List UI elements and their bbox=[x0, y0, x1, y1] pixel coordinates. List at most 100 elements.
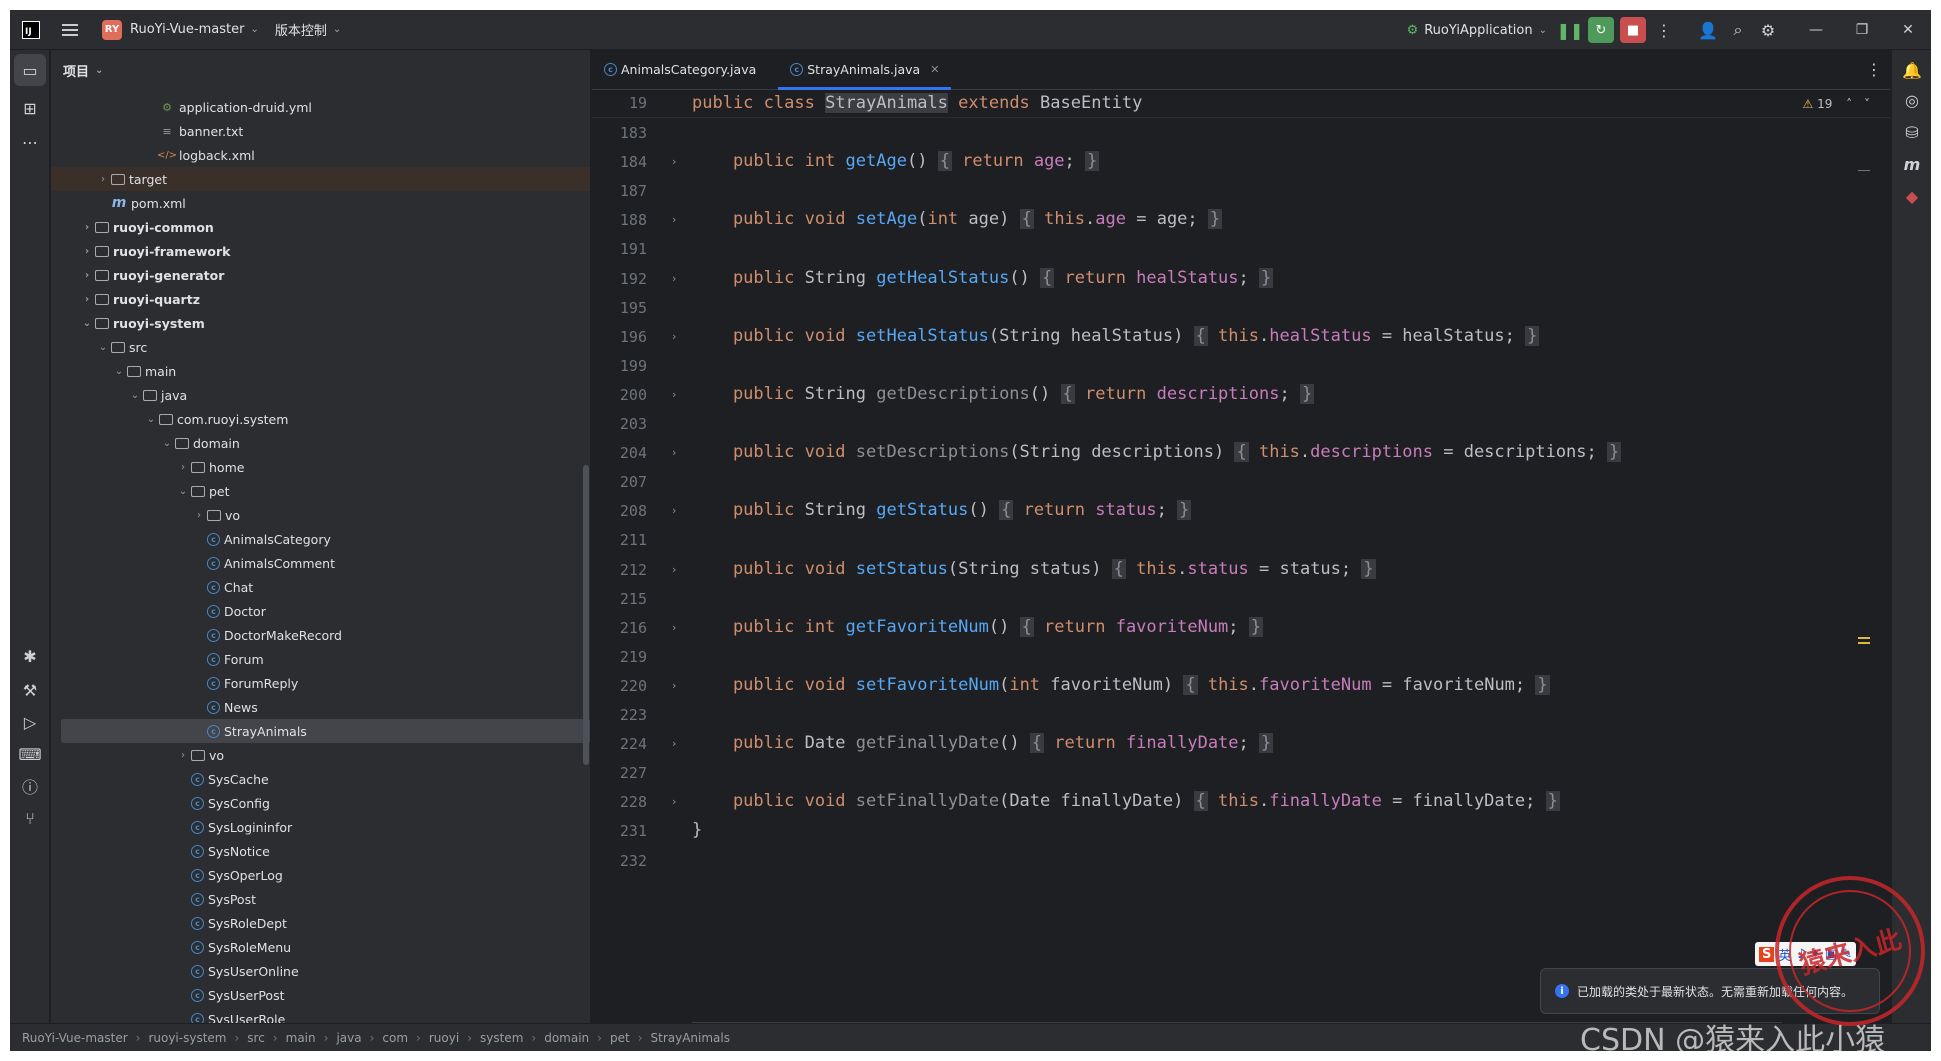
breadcrumb-item[interactable]: java bbox=[336, 1031, 361, 1045]
breadcrumb-item[interactable]: src bbox=[247, 1031, 265, 1045]
fold-chevron-icon[interactable]: › bbox=[672, 563, 676, 576]
tree-item[interactable]: › target bbox=[51, 167, 590, 191]
tree-item[interactable]: c News bbox=[51, 695, 590, 719]
chevron-right-icon[interactable]: › bbox=[191, 510, 207, 521]
tree-item[interactable]: c SysConfig bbox=[51, 791, 590, 815]
search-icon[interactable]: ⌕ bbox=[1723, 15, 1753, 45]
tree-item[interactable]: c SysPost bbox=[51, 887, 590, 911]
ai-assistant-icon[interactable]: ◎ bbox=[1896, 84, 1928, 116]
breadcrumb-item[interactable]: system bbox=[480, 1031, 523, 1045]
git-branch-icon[interactable]: ⑂ bbox=[14, 802, 46, 834]
breadcrumb-item[interactable]: StrayAnimals bbox=[651, 1031, 731, 1045]
fold-chevron-icon[interactable]: › bbox=[672, 737, 676, 750]
stop-button[interactable]: ■ bbox=[1620, 17, 1646, 43]
tree-item[interactable]: › ruoyi-generator bbox=[51, 263, 590, 287]
problems-icon[interactable]: ⓘ bbox=[14, 770, 46, 802]
code-line[interactable]: public String getStatus() { return statu… bbox=[692, 500, 1192, 521]
plugin-bird-icon[interactable]: ◆ bbox=[1896, 180, 1928, 212]
build-hammer-icon[interactable]: ⚒ bbox=[14, 674, 46, 706]
code-line[interactable]: public int getFavoriteNum() { return fav… bbox=[692, 616, 1264, 637]
tree-item[interactable]: c StrayAnimals bbox=[61, 719, 590, 743]
fold-chevron-icon[interactable]: › bbox=[672, 446, 676, 459]
tab-animals-category[interactable]: c AnimalsCategory.java bbox=[592, 50, 768, 90]
code-line[interactable]: public String getHealStatus() { return h… bbox=[692, 267, 1274, 288]
fold-chevron-icon[interactable]: › bbox=[672, 155, 676, 168]
chevron-right-icon[interactable]: › bbox=[79, 270, 95, 281]
tree-item[interactable]: ⚙ application-druid.yml bbox=[51, 95, 590, 119]
chevron-down-icon[interactable]: ⌄ bbox=[127, 390, 143, 401]
tree-item[interactable]: c Forum bbox=[51, 647, 590, 671]
maven-icon[interactable]: m bbox=[1896, 148, 1928, 180]
tree-item[interactable]: ⌄ ruoyi-system bbox=[51, 311, 590, 335]
tree-item[interactable]: ⌄ com.ruoyi.system bbox=[51, 407, 590, 431]
tree-item[interactable]: ⌄ pet bbox=[51, 479, 590, 503]
maximize-button[interactable]: ❐ bbox=[1839, 10, 1885, 50]
fold-chevron-icon[interactable]: › bbox=[672, 213, 676, 226]
chevron-down-icon[interactable]: ⌄ bbox=[111, 366, 127, 377]
terminal-icon[interactable]: ⌨ bbox=[14, 738, 46, 770]
chevron-down-icon[interactable]: ⌄ bbox=[159, 438, 175, 449]
debug-bug-icon[interactable]: ✱ bbox=[14, 640, 46, 672]
tree-item[interactable]: ≡ banner.txt bbox=[51, 119, 590, 143]
fold-chevron-icon[interactable]: › bbox=[672, 388, 676, 401]
settings-gear-icon[interactable]: ⚙ bbox=[1753, 15, 1783, 45]
chevron-right-icon[interactable]: › bbox=[95, 174, 111, 185]
fold-chevron-icon[interactable]: › bbox=[672, 795, 676, 808]
chevron-down-icon[interactable]: ⌄ bbox=[79, 318, 95, 329]
tree-item[interactable]: c SysOperLog bbox=[51, 863, 590, 887]
tree-item[interactable]: c DoctorMakeRecord bbox=[51, 623, 590, 647]
fold-chevron-icon[interactable]: › bbox=[672, 504, 676, 517]
tree-item[interactable]: c SysCache bbox=[51, 767, 590, 791]
inspection-widget[interactable]: ⚠ 19 ˄ ˅ bbox=[1802, 97, 1870, 111]
close-tab-icon[interactable]: ✕ bbox=[930, 63, 939, 76]
tab-stray-animals[interactable]: c StrayAnimals.java ✕ bbox=[778, 50, 952, 90]
more-actions-icon[interactable]: ⋮ bbox=[1649, 15, 1679, 45]
tree-item[interactable]: c Chat bbox=[51, 575, 590, 599]
tree-item[interactable]: ⌄ domain bbox=[51, 431, 590, 455]
tree-item[interactable]: c AnimalsComment bbox=[51, 551, 590, 575]
chevron-right-icon[interactable]: › bbox=[79, 246, 95, 257]
tree-item[interactable]: c SysRoleDept bbox=[51, 911, 590, 935]
tree-item[interactable]: › vo bbox=[51, 503, 590, 527]
code-line[interactable]: public String getDescriptions() { return… bbox=[692, 383, 1315, 404]
code-line[interactable]: public int getAge() { return age; } bbox=[692, 151, 1100, 172]
pause-icon[interactable]: ❚❚ bbox=[1555, 15, 1585, 45]
fold-chevron-icon[interactable]: › bbox=[672, 621, 676, 634]
tree-item[interactable]: › home bbox=[51, 455, 590, 479]
run-services-icon[interactable]: ▷ bbox=[14, 706, 46, 738]
chevron-down-icon[interactable]: ˅ bbox=[1864, 97, 1870, 111]
tree-item[interactable]: c SysLogininfor bbox=[51, 815, 590, 839]
breadcrumb-item[interactable]: domain bbox=[544, 1031, 589, 1045]
fold-chevron-icon[interactable]: › bbox=[672, 330, 676, 343]
chevron-right-icon[interactable]: › bbox=[79, 222, 95, 233]
tree-item[interactable]: ⌄ main bbox=[51, 359, 590, 383]
project-panel-header[interactable]: 项目 ⌄ bbox=[51, 50, 590, 90]
code-line[interactable]: public Date getFinallyDate() { return fi… bbox=[692, 733, 1274, 754]
code-line[interactable]: public void setFinallyDate(Date finallyD… bbox=[692, 791, 1560, 812]
structure-icon[interactable]: ⊞ bbox=[14, 92, 46, 124]
tree-item[interactable]: m pom.xml bbox=[51, 191, 590, 215]
close-window-button[interactable]: ✕ bbox=[1885, 10, 1931, 50]
tree-item[interactable]: › ruoyi-quartz bbox=[51, 287, 590, 311]
tree-item[interactable]: › ruoyi-common bbox=[51, 215, 590, 239]
project-scrollbar[interactable] bbox=[583, 465, 589, 765]
tree-item[interactable]: ⌄ java bbox=[51, 383, 590, 407]
tree-item[interactable]: c SysUserPost bbox=[51, 983, 590, 1007]
tree-item[interactable]: c SysRoleMenu bbox=[51, 935, 590, 959]
tree-item[interactable]: c Doctor bbox=[51, 599, 590, 623]
project-folder-icon[interactable]: ▭ bbox=[14, 54, 46, 86]
chevron-right-icon[interactable]: › bbox=[79, 294, 95, 305]
chevron-down-icon[interactable]: ⌄ bbox=[175, 486, 191, 497]
chevron-up-icon[interactable]: ˄ bbox=[1846, 97, 1852, 111]
warning-marker[interactable] bbox=[1858, 637, 1870, 639]
minimize-button[interactable]: — bbox=[1793, 10, 1839, 50]
chevron-right-icon[interactable]: › bbox=[175, 750, 191, 761]
code-line[interactable]: public void setAge(int age) { this.age =… bbox=[692, 209, 1223, 230]
breadcrumb-item[interactable]: ruoyi-system bbox=[148, 1031, 226, 1045]
code-line[interactable]: public void setStatus(String status) { t… bbox=[692, 558, 1376, 579]
warning-marker[interactable] bbox=[1858, 642, 1870, 644]
chevron-down-icon[interactable]: ⌄ bbox=[95, 342, 111, 353]
rerun-button[interactable]: ↻ bbox=[1588, 17, 1614, 43]
breadcrumb-item[interactable]: pet bbox=[610, 1031, 630, 1045]
tree-item[interactable]: c SysUserOnline bbox=[51, 959, 590, 983]
